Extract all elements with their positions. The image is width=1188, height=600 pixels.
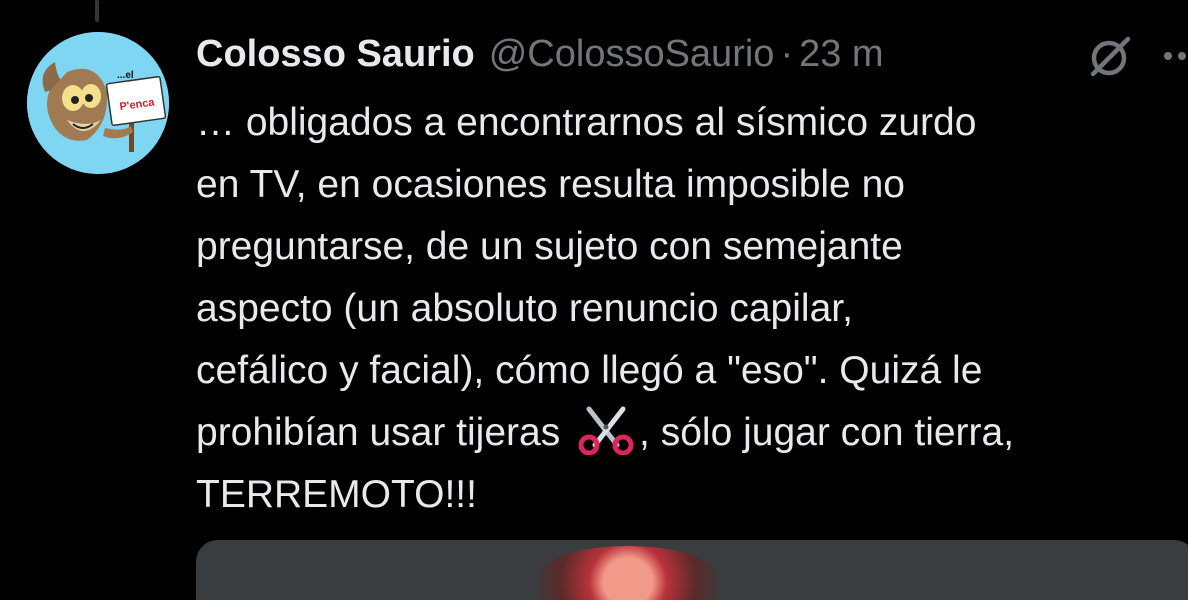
author-display-name[interactable]: Colosso Saurio bbox=[196, 33, 475, 76]
thread-connector-line bbox=[95, 0, 99, 22]
tweet-text-part-1: … obligados a encontrarnos al sísmico zu… bbox=[196, 101, 983, 454]
tweet-body: … obligados a encontrarnos al sísmico zu… bbox=[196, 92, 1186, 526]
scissors-icon bbox=[578, 406, 634, 455]
author-handle[interactable]: @ColossoSaurio bbox=[489, 33, 775, 76]
more-options-icon[interactable] bbox=[1162, 50, 1188, 62]
separator-dot: · bbox=[780, 32, 794, 75]
grok-icon[interactable] bbox=[1084, 32, 1134, 82]
media-preview[interactable] bbox=[196, 540, 1188, 600]
avatar[interactable]: ...el P'enca bbox=[27, 32, 169, 174]
tweet-header: Colosso Saurio @ColossoSaurio · 23 m bbox=[196, 28, 884, 80]
media-image-fragment bbox=[538, 546, 718, 600]
avatar-text-top: ...el bbox=[117, 70, 134, 81]
tweet-timestamp[interactable]: 23 m bbox=[799, 33, 883, 76]
coyote-avatar-image: ...el P'enca bbox=[27, 32, 169, 174]
